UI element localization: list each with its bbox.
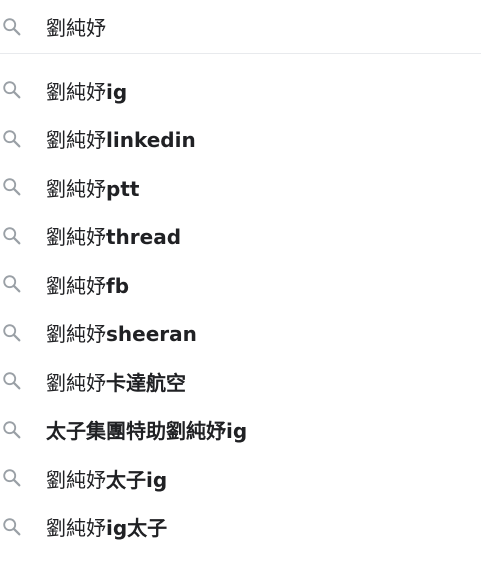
- suggestion-text: 劉純妤ig: [46, 76, 127, 105]
- suggestion-query-part: 劉純妤: [46, 322, 106, 347]
- search-icon: [0, 466, 24, 490]
- suggestion-text: 劉純妤ptt: [46, 173, 139, 202]
- suggestion-item[interactable]: 劉純妤linkedin: [0, 115, 481, 164]
- suggestion-completion: 太子ig: [106, 467, 168, 492]
- suggestion-completion: fb: [106, 273, 130, 298]
- suggestion-text: 劉純妤sheeran: [46, 318, 197, 347]
- suggestion-item[interactable]: 劉純妤fb: [0, 260, 481, 309]
- search-icon: [0, 515, 24, 539]
- search-icon: [0, 224, 24, 248]
- suggestion-text: 劉純妤fb: [46, 270, 129, 299]
- suggestion-query-part: 劉純妤: [46, 79, 106, 104]
- suggestion-query-part: 劉純妤: [46, 176, 106, 201]
- search-icon: [0, 369, 24, 393]
- suggestion-item[interactable]: 劉純妤ptt: [0, 163, 481, 212]
- suggestion-text: 劉純妤ig太子: [46, 512, 167, 541]
- search-icon: [0, 321, 24, 345]
- suggestion-list: 劉純妤ig 劉純妤linkedin 劉純妤ptt 劉純妤thread 劉純妤fb…: [0, 66, 481, 551]
- suggestion-completion: linkedin: [106, 128, 196, 153]
- search-icon: [0, 272, 24, 296]
- suggestion-completion: ig太子: [106, 516, 168, 541]
- suggestion-text: 劉純妤卡達航空: [46, 367, 186, 396]
- suggestion-completion: thread: [106, 225, 182, 250]
- search-icon: [0, 127, 24, 151]
- suggestion-completion: 卡達航空: [106, 370, 186, 395]
- search-icon: [0, 78, 24, 102]
- suggestion-query-part: 劉純妤: [46, 467, 106, 492]
- search-input[interactable]: [46, 12, 426, 41]
- suggestion-completion: sheeran: [106, 322, 197, 347]
- suggestion-item[interactable]: 太子集團特助劉純妤ig: [0, 406, 481, 455]
- suggestion-completion: ig: [106, 79, 128, 104]
- suggestion-completion: 太子集團特助劉純妤ig: [46, 419, 248, 444]
- search-icon: [0, 418, 24, 442]
- suggestion-item[interactable]: 劉純妤卡達航空: [0, 357, 481, 406]
- suggestion-text: 劉純妤linkedin: [46, 124, 196, 153]
- suggestion-query-part: 劉純妤: [46, 225, 106, 250]
- suggestion-completion: ptt: [106, 176, 140, 201]
- suggestion-query-part: 劉純妤: [46, 370, 106, 395]
- suggestion-query-part: 劉純妤: [46, 273, 106, 298]
- search-icon[interactable]: [0, 15, 24, 39]
- suggestion-item[interactable]: 劉純妤sheeran: [0, 309, 481, 358]
- search-bar: [0, 0, 481, 54]
- suggestion-item[interactable]: 劉純妤thread: [0, 212, 481, 261]
- suggestion-query-part: 劉純妤: [46, 516, 106, 541]
- suggestion-query-part: 劉純妤: [46, 128, 106, 153]
- suggestion-text: 劉純妤太子ig: [46, 464, 167, 493]
- suggestion-text: 太子集團特助劉純妤ig: [46, 415, 247, 444]
- suggestion-text: 劉純妤thread: [46, 221, 181, 250]
- suggestion-item[interactable]: 劉純妤太子ig: [0, 454, 481, 503]
- suggestion-item[interactable]: 劉純妤ig: [0, 66, 481, 115]
- search-icon: [0, 175, 24, 199]
- suggestion-item[interactable]: 劉純妤ig太子: [0, 503, 481, 552]
